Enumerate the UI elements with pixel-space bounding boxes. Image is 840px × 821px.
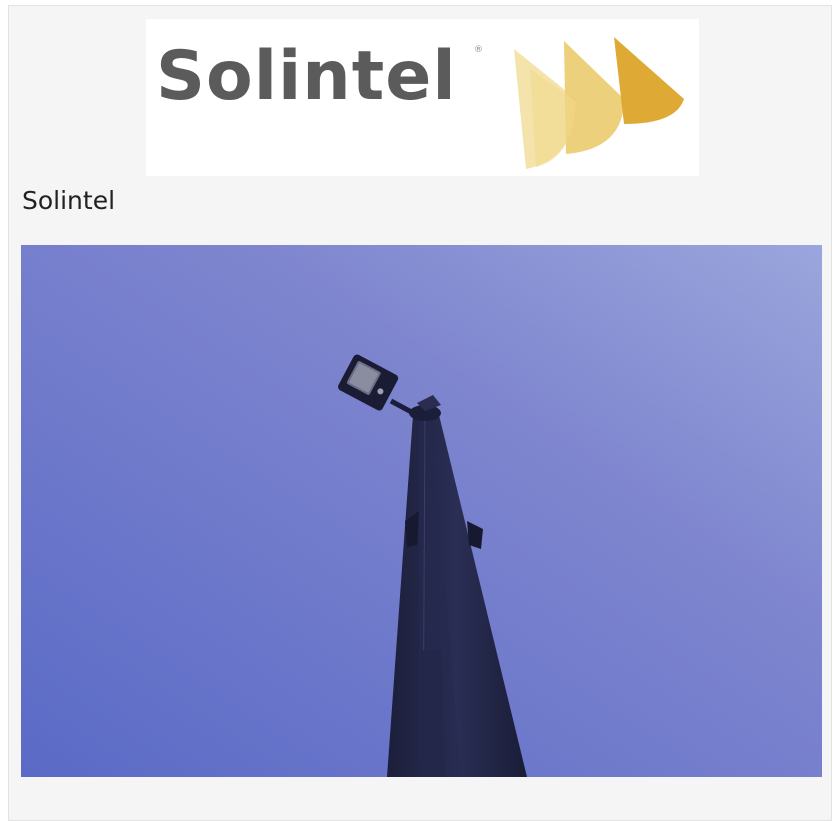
post-card: Solintel ® Solintel — [8, 5, 832, 821]
logo-wordmark: Solintel — [156, 37, 457, 116]
logo-sail-icon — [514, 37, 684, 169]
streetlight-photo — [21, 245, 822, 777]
solintel-logo: Solintel ® — [146, 19, 699, 176]
brand-name: Solintel — [22, 186, 116, 215]
streetlight-image — [21, 245, 822, 777]
logo-registered-mark: ® — [474, 45, 483, 55]
